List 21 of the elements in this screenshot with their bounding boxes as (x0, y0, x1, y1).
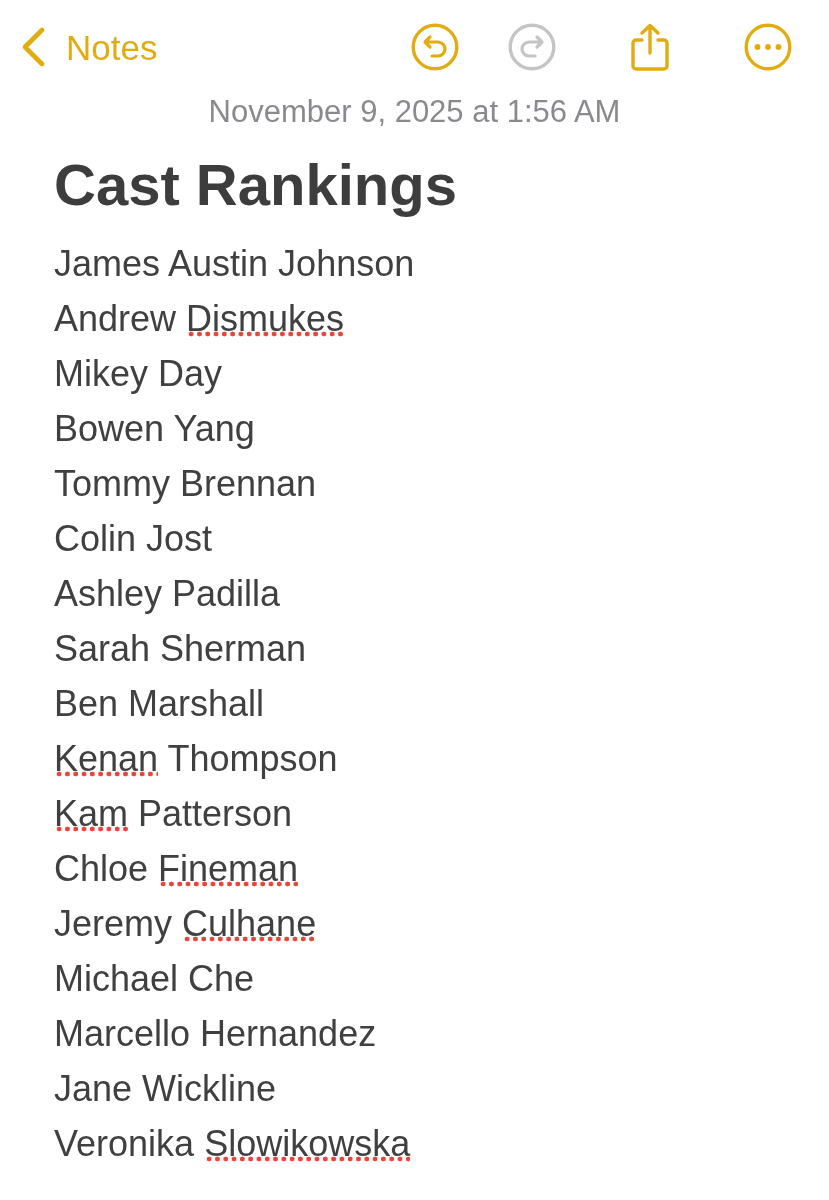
note-line: Tommy Brennan (54, 462, 317, 506)
chevron-left-icon (20, 27, 46, 67)
note-title: Cast Rankings (54, 151, 457, 219)
note-line: Colin Jost (54, 517, 213, 561)
note-line: James Austin Johnson (54, 242, 415, 286)
note-line: Kam Patterson (54, 792, 293, 836)
note-line: Bowen Yang (54, 407, 255, 451)
note-date: November 9, 2025 at 1:56 AM (208, 94, 621, 130)
note-line: Marcello Hernandez (54, 1012, 377, 1056)
note-line: Jeremy Culhane (54, 902, 317, 946)
note-line: Sarah Sherman (54, 627, 307, 671)
note-line: Jane Wickline (54, 1067, 277, 1111)
note-line: Ashley Padilla (54, 572, 281, 616)
note-line: Ben Marshall (54, 682, 265, 726)
note-line: Michael Che (54, 957, 255, 1001)
back-button[interactable]: Notes (20, 27, 158, 67)
note-line: Kenan Thompson (54, 737, 338, 781)
share-icon[interactable] (629, 22, 671, 72)
undo-icon[interactable] (411, 23, 459, 71)
note-line: Mikey Day (54, 352, 223, 396)
more-icon[interactable] (744, 23, 792, 71)
